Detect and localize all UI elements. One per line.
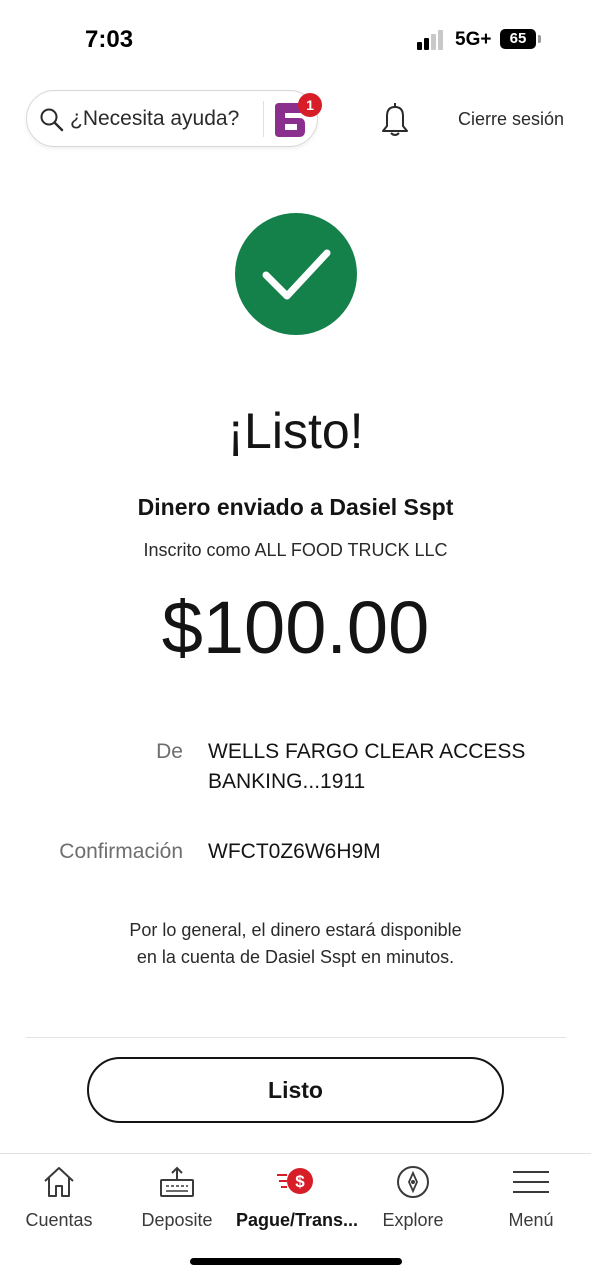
notification-badge: 1 (298, 93, 322, 117)
home-icon (44, 1167, 74, 1197)
bell-icon[interactable] (378, 100, 412, 138)
status-time: 7:03 (85, 26, 134, 53)
availability-note: Por lo general, el dinero estará disponi… (0, 917, 591, 971)
separator (26, 1037, 566, 1038)
deposit-icon (160, 1166, 194, 1197)
nav-explore[interactable]: Explore (354, 1154, 472, 1244)
pay-transfer-icon: $ (277, 1168, 313, 1194)
divider (263, 101, 264, 137)
search-icon (40, 108, 64, 132)
battery-icon: 65 (500, 29, 536, 49)
nav-accounts-label: Cuentas (25, 1210, 93, 1230)
status-bar: 7:03 5G+ 65 (0, 0, 591, 80)
availability-line-2: en la cuenta de Dasiel Sspt en minutos. (136, 947, 455, 967)
battery-tip (538, 35, 541, 43)
nav-menu[interactable]: Menú (472, 1154, 590, 1244)
home-indicator[interactable] (190, 1258, 402, 1265)
from-account: WELLS FARGO CLEAR ACCESS BANKING...1911 (208, 740, 526, 793)
success-check-icon (235, 213, 357, 335)
recipient-line: Dinero enviado a Dasiel Sspt (137, 494, 454, 520)
nav-deposit-label: Deposite (141, 1210, 213, 1230)
availability-line-1: Por lo general, el dinero estará disponi… (129, 920, 462, 940)
signout-link[interactable]: Cierre sesión (458, 109, 564, 130)
network-type: 5G+ (455, 29, 492, 50)
nav-menu-label: Menú (508, 1210, 554, 1230)
done-button[interactable]: Listo (87, 1057, 504, 1123)
nav-pay-transfer-label: Pague/Trans... (236, 1210, 359, 1230)
enrolled-line: Inscrito como ALL FOOD TRUCK LLC (143, 540, 448, 560)
help-search-pill[interactable]: ¿Necesita ayuda? 1 (26, 90, 322, 147)
success-title: ¡Listo! (227, 403, 364, 459)
nav-explore-label: Explore (382, 1210, 444, 1230)
nav-pay-transfer[interactable]: $ Pague/Trans... (236, 1154, 359, 1244)
cellular-signal-icon (417, 30, 449, 50)
from-label: De (156, 740, 183, 763)
amount: $100.00 (161, 586, 430, 669)
confirmation-label: Confirmación (59, 840, 183, 863)
svg-text:$: $ (295, 1172, 305, 1191)
compass-icon (397, 1166, 429, 1198)
confirmation-number: WFCT0Z6W6H9M (208, 840, 381, 863)
nav-accounts[interactable]: Cuentas (0, 1154, 118, 1244)
hamburger-menu-icon (513, 1171, 549, 1193)
nav-deposit[interactable]: Deposite (118, 1154, 236, 1244)
help-label: ¿Necesita ayuda? (70, 107, 240, 130)
